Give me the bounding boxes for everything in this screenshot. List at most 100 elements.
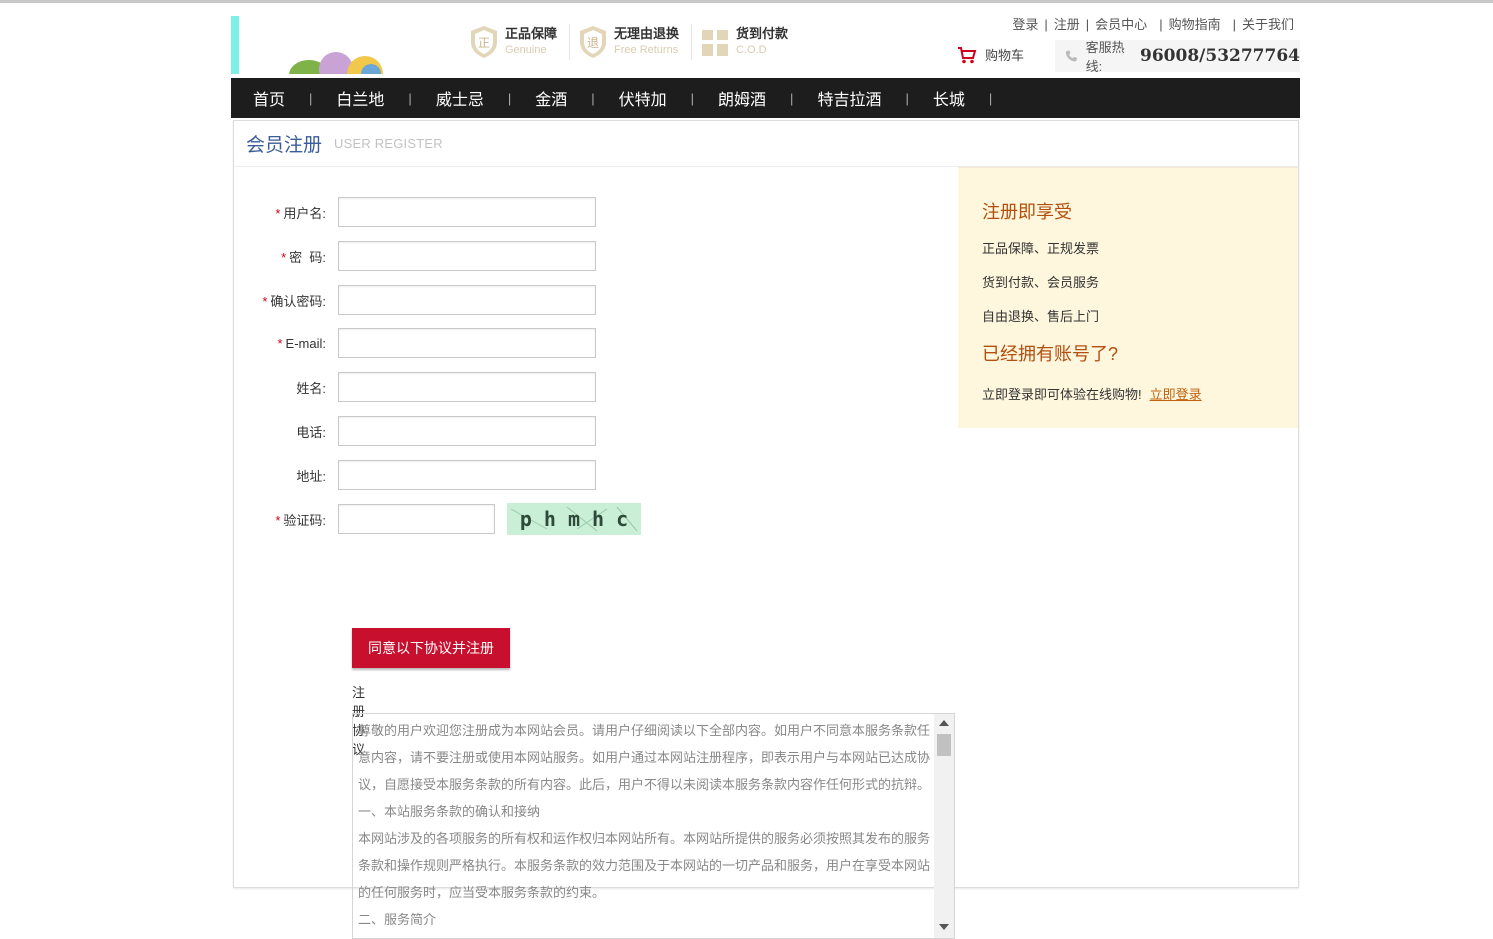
login-now-link[interactable]: 立即登录 xyxy=(1150,387,1202,402)
username-label: 用户名: xyxy=(283,205,326,221)
nav-item-home[interactable]: 首页 xyxy=(253,86,285,110)
required-mark: * xyxy=(275,205,281,221)
site-header: 正 正品保障 Genuine 退 无理由退换 Free Returns 货到付款… xyxy=(231,0,1300,78)
phone-icon xyxy=(1065,50,1077,62)
badge-genuine: 正 正品保障 Genuine xyxy=(469,24,571,60)
nav-item-great-wall[interactable]: 长城 xyxy=(933,86,965,110)
panel-header: 会员注册 USER REGISTER xyxy=(234,121,1298,167)
form-row-name: 姓名: xyxy=(234,372,634,402)
nav-separator: | xyxy=(591,90,595,106)
badge-glyph: 正 xyxy=(478,36,490,50)
link-separator: | xyxy=(1085,17,1090,32)
returns-shield-icon: 退 xyxy=(578,24,608,60)
have-account-title: 已经拥有账号了? xyxy=(982,344,1119,364)
genuine-shield-icon: 正 xyxy=(469,24,499,60)
nav-item-gin[interactable]: 金酒 xyxy=(535,86,567,110)
username-input[interactable] xyxy=(338,197,596,227)
cart-icon xyxy=(958,46,977,63)
register-submit-button[interactable]: 同意以下协议并注册 xyxy=(352,628,510,668)
nav-item-tequila[interactable]: 特吉拉酒 xyxy=(817,86,881,110)
nav-separator: | xyxy=(507,90,512,106)
register-link[interactable]: 注册 xyxy=(1054,17,1080,32)
benefit-item: 正品保障、正规发票 xyxy=(982,241,1100,256)
phone-input[interactable] xyxy=(338,416,596,446)
captcha-input[interactable] xyxy=(338,504,495,534)
required-mark: * xyxy=(275,512,281,528)
badge-returns: 退 无理由退换 Free Returns xyxy=(578,24,693,60)
required-mark: * xyxy=(277,335,283,351)
scroll-up-arrow-icon[interactable] xyxy=(939,720,949,726)
link-separator: | xyxy=(1232,17,1236,32)
nav-separator: | xyxy=(988,90,993,106)
nav-separator: | xyxy=(309,90,313,106)
form-row-address: 地址: xyxy=(234,460,634,490)
hotline-label: 客服热线: xyxy=(1085,40,1125,74)
badge-subtitle: C.O.D xyxy=(736,44,767,56)
field-label: * 用户名: xyxy=(234,203,338,222)
field-label: * E-mail: xyxy=(234,336,338,351)
password-input[interactable] xyxy=(338,241,596,271)
about-us-link[interactable]: 关于我们 xyxy=(1242,17,1294,32)
email-label: E-mail: xyxy=(285,335,326,351)
field-label: * 验证码: xyxy=(234,510,338,529)
badge-subtitle: Free Returns xyxy=(614,44,679,56)
captcha-label: 验证码: xyxy=(283,512,326,528)
nav-item-vodka[interactable]: 伏特加 xyxy=(619,86,667,110)
page-subtitle: USER REGISTER xyxy=(334,136,443,151)
phone-label: 电话: xyxy=(296,424,326,440)
field-label: * 确认密码: xyxy=(234,291,338,310)
register-panel: 会员注册 USER REGISTER * 用户名: * 密 码: * 确认密码: * E… xyxy=(233,120,1299,939)
captcha-image[interactable]: p h m h c xyxy=(507,503,641,535)
badge-title: 无理由退换 xyxy=(614,26,680,41)
nav-separator: | xyxy=(790,90,794,106)
nav-item-whisky[interactable]: 威士忌 xyxy=(436,86,484,110)
form-row-password: * 密 码: xyxy=(234,241,634,271)
scroll-down-arrow-icon[interactable] xyxy=(939,924,949,930)
agreement-scrollbar[interactable] xyxy=(934,714,954,938)
hotline-number: 96008/53277764 xyxy=(1140,46,1300,66)
shopping-guide-link[interactable]: 购物指南 xyxy=(1169,17,1221,32)
member-center-link[interactable]: 会员中心 xyxy=(1095,17,1147,32)
nav-separator: | xyxy=(408,90,412,106)
badge-glyph: 退 xyxy=(587,36,599,50)
top-links: 登录 | 注册 | 会员中心 | 购物指南 | 关于我们 xyxy=(1012,14,1294,33)
form-row-captcha: * 验证码: p h m h c xyxy=(234,503,714,535)
login-link[interactable]: 登录 xyxy=(1012,17,1038,32)
site-logo[interactable] xyxy=(231,16,411,74)
email-input[interactable] xyxy=(338,328,596,358)
page-wrapper: 正 正品保障 Genuine 退 无理由退换 Free Returns 货到付款… xyxy=(231,0,1300,939)
login-prompt-text: 立即登录即可体验在线购物! xyxy=(982,387,1142,402)
badge-title: 正品保障 xyxy=(505,26,558,41)
required-mark: * xyxy=(262,293,268,309)
name-label: 姓名: xyxy=(296,380,326,396)
cart-link[interactable]: 购物车 xyxy=(957,45,1024,64)
nav-separator: | xyxy=(905,90,909,106)
nav-item-brandy[interactable]: 白兰地 xyxy=(336,86,384,110)
password-label: 密 码: xyxy=(289,249,326,265)
address-label: 地址: xyxy=(296,468,326,484)
required-mark: * xyxy=(281,249,287,265)
main-nav: 首页 | 白兰地 | 威士忌 | 金酒 | 伏特加 | 朗姆酒 | 特吉拉酒 | 长城 | xyxy=(231,78,1300,118)
gift-box-icon xyxy=(700,24,730,60)
scrollbar-thumb[interactable] xyxy=(937,734,951,756)
form-row-confirm-password: * 确认密码: xyxy=(234,285,634,315)
confirm-password-input[interactable] xyxy=(338,285,596,315)
logo-accent-bar xyxy=(231,16,239,74)
agreement-textbox[interactable]: 尊敬的用户欢迎您注册成为本网站会员。请用户仔细阅读以下全部内容。如用户不同意本服… xyxy=(352,713,955,939)
login-prompt: 立即登录即可体验在线购物! 立即登录 xyxy=(982,384,1298,403)
field-label: * 密 码: xyxy=(234,247,338,266)
page-title: 会员注册 xyxy=(246,135,323,156)
form-row-username: * 用户名: xyxy=(234,197,634,227)
service-badges: 正 正品保障 Genuine 退 无理由退换 Free Returns 货到付款… xyxy=(469,24,808,60)
agreement-text: 尊敬的用户欢迎您注册成为本网站会员。请用户仔细阅读以下全部内容。如用户不同意本服… xyxy=(358,723,931,927)
link-separator: | xyxy=(1044,17,1048,32)
nav-separator: | xyxy=(690,90,695,106)
benefits-title: 注册即享受 xyxy=(982,202,1072,222)
form-row-phone: 电话: xyxy=(234,416,634,446)
address-input[interactable] xyxy=(338,460,596,490)
cart-label: 购物车 xyxy=(985,48,1025,63)
badge-subtitle: Genuine xyxy=(505,44,547,56)
nav-item-rum[interactable]: 朗姆酒 xyxy=(718,86,766,110)
name-input[interactable] xyxy=(338,372,596,402)
form-row-email: * E-mail: xyxy=(234,328,634,358)
